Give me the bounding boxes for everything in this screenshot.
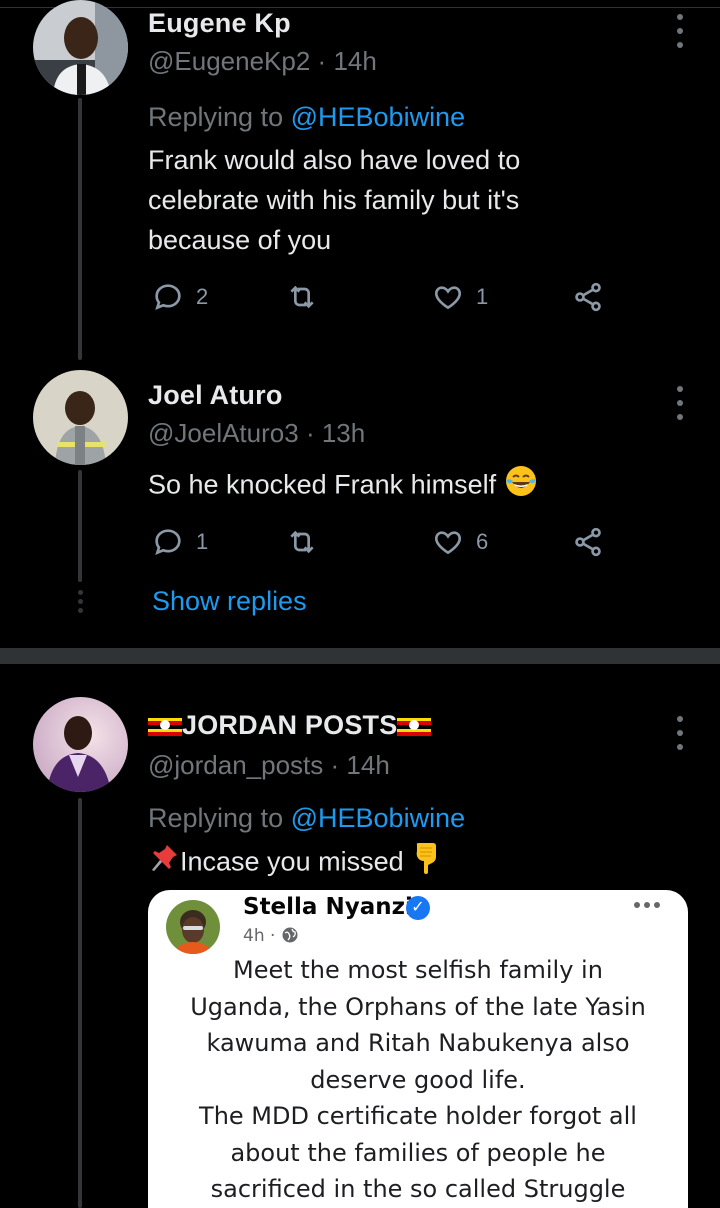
share-icon (575, 527, 601, 557)
embed-author-name: Stella Nyanzi (243, 894, 413, 920)
handle-text: @jordan_posts (148, 750, 324, 780)
pushpin-emoji-icon (148, 842, 180, 885)
avatar[interactable] (33, 370, 128, 465)
uganda-flag-icon (148, 714, 182, 736)
embedded-image[interactable]: Stella Nyanzi ✓ 4h · Meet the most selfi… (148, 890, 688, 1208)
tweet-text-content: Incase you missed (180, 846, 404, 877)
handle-text: @EugeneKp2 (148, 46, 311, 76)
reply-count: 1 (196, 529, 209, 554)
heart-icon (434, 531, 462, 555)
tweet-text: Frank would also have loved to celebrate… (148, 140, 668, 260)
tweet-text: Incase you missed (148, 841, 668, 886)
tweet-eugene[interactable]: Eugene Kp @EugeneKp2 · 14h Replying to @… (0, 0, 720, 360)
author-handle[interactable]: @EugeneKp2 · 14h (148, 46, 377, 77)
share-button[interactable] (572, 277, 604, 317)
action-bar: 1 6 (148, 522, 618, 562)
separator-dot: · (305, 418, 315, 448)
embed-text-line: The MDD certificate holder forgot all (199, 1102, 637, 1130)
author-handle[interactable]: @JoelAturo3 · 13h (148, 418, 365, 449)
author-name[interactable]: Eugene Kp (148, 8, 291, 39)
thread-line (78, 470, 82, 582)
avatar[interactable] (33, 0, 128, 95)
thread-line (78, 98, 82, 360)
tweet-text-line: celebrate with his family but it's (148, 185, 520, 215)
share-button[interactable] (572, 522, 604, 562)
replying-to: Replying to @HEBobiwine (148, 803, 465, 834)
like-count: 1 (476, 284, 489, 309)
replying-prefix: Replying to (148, 102, 284, 132)
reply-count: 2 (196, 284, 209, 309)
reply-icon (155, 284, 181, 310)
embed-text-line: about the families of people he (230, 1138, 606, 1167)
replying-to: Replying to @HEBobiwine (148, 102, 465, 133)
tweet-text: So he knocked Frank himself (148, 464, 668, 509)
mention-link[interactable]: @HEBobiwine (291, 102, 466, 132)
embed-text-line: Uganda, the Orphans of the late Yasin (190, 992, 646, 1021)
author-name[interactable]: JORDAN POSTS (148, 710, 432, 741)
pointing-down-emoji-icon (411, 841, 441, 886)
embed-text-line: deserve good life. (310, 1065, 526, 1094)
retweet-button[interactable] (286, 277, 318, 317)
share-icon (575, 282, 601, 312)
embed-avatar (166, 900, 220, 954)
like-button[interactable]: 1 (432, 277, 488, 317)
avatar[interactable] (33, 697, 128, 792)
reply-icon (155, 529, 181, 555)
thread-line (78, 798, 82, 1208)
uganda-flag-icon (397, 714, 432, 736)
retweet-button[interactable] (286, 522, 318, 562)
conversation-separator (0, 648, 720, 664)
author-name-text: JORDAN POSTS (182, 710, 398, 740)
author-handle[interactable]: @jordan_posts · 14h (148, 750, 390, 781)
more-options-icon[interactable] (671, 14, 689, 48)
thread-continuation-dots (76, 590, 84, 613)
embed-text-line: sacrificed in the so called Struggle (210, 1175, 626, 1203)
embed-time-value: 4h (243, 926, 265, 946)
handle-text: @JoelAturo3 (148, 418, 299, 448)
tweet-text-line: because of you (148, 225, 332, 255)
tweet-text-line: Frank would also have loved to (148, 145, 521, 175)
timestamp[interactable]: 14h (346, 750, 389, 780)
embed-post-text: Meet the most selfish family in Uganda, … (158, 952, 678, 1208)
embed-text-line: Meet the most selfish family in (233, 956, 603, 984)
timestamp[interactable]: 14h (333, 46, 376, 76)
tweet-text-content: So he knocked Frank himself (148, 469, 497, 500)
timestamp[interactable]: 13h (322, 418, 365, 448)
replying-prefix: Replying to (148, 803, 284, 833)
separator-dot: · (317, 46, 327, 76)
tweet-jordan[interactable]: JORDAN POSTS @jordan_posts · 14h Replyin… (0, 664, 720, 1208)
heart-icon (434, 286, 462, 310)
mention-link[interactable]: @HEBobiwine (291, 803, 466, 833)
show-replies-link[interactable]: Show replies (152, 586, 307, 617)
retweet-icon (290, 530, 314, 554)
embed-time: 4h · (243, 926, 299, 946)
embed-text-line: kawuma and Ritah Nabukenya also (206, 1029, 630, 1057)
action-bar: 2 1 (148, 277, 618, 317)
tears-of-joy-emoji-icon (504, 464, 538, 509)
author-name[interactable]: Joel Aturo (148, 380, 283, 411)
globe-icon (281, 926, 299, 946)
reply-button[interactable]: 2 (152, 277, 208, 317)
more-options-icon[interactable] (671, 386, 689, 420)
embed-more-icon (634, 902, 660, 908)
separator-dot: · (330, 750, 340, 780)
retweet-icon (290, 285, 314, 309)
like-count: 6 (476, 529, 489, 554)
more-options-icon[interactable] (671, 716, 689, 750)
tweet-joel[interactable]: Joel Aturo @JoelAturo3 · 13h So he knock… (0, 360, 720, 648)
verified-badge-icon: ✓ (406, 896, 430, 920)
like-button[interactable]: 6 (432, 522, 488, 562)
embed-dot: · (270, 926, 276, 946)
reply-button[interactable]: 1 (152, 522, 208, 562)
